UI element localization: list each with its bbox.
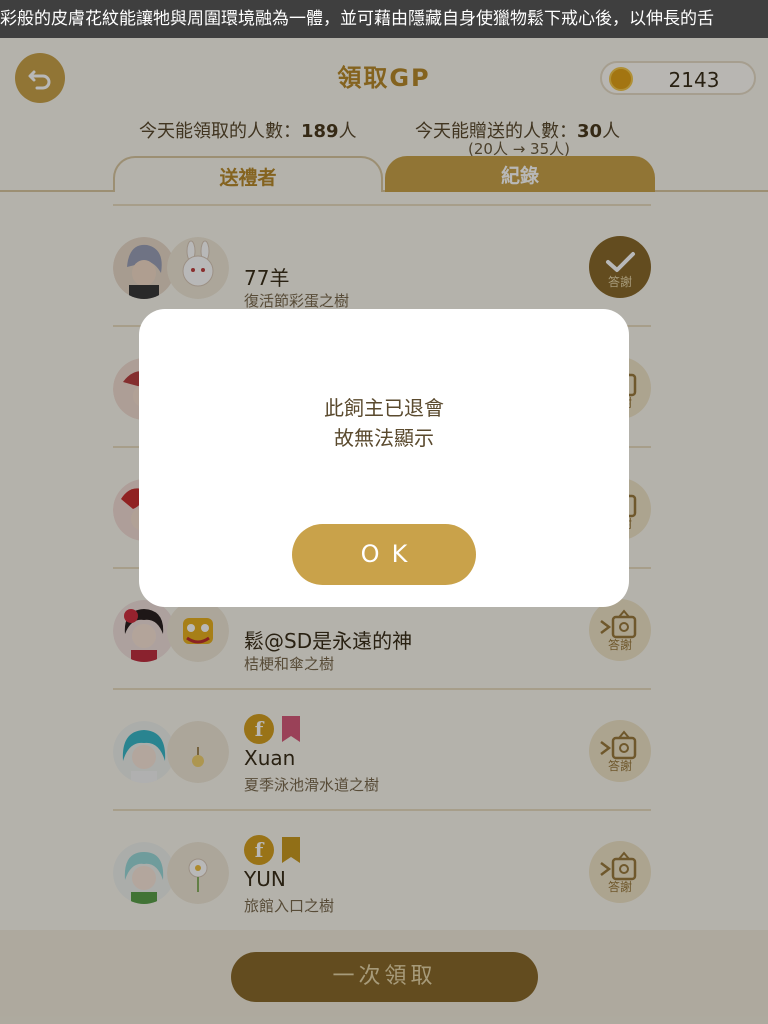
alert-dialog: 此飼主已退會 故無法顯示 OK (139, 309, 629, 607)
dialog-message: 此飼主已退會 故無法顯示 (139, 393, 629, 453)
ok-button[interactable]: OK (292, 524, 476, 585)
ticker-text: 彩般的皮膚花紋能讓牠與周圍環境融為一體，並可藉由隱藏自身使獵物鬆下戒心後，以伸長… (0, 9, 714, 29)
news-ticker: 彩般的皮膚花紋能讓牠與周圍環境融為一體，並可藉由隱藏自身使獵物鬆下戒心後，以伸長… (0, 0, 768, 38)
dialog-message-line1: 此飼主已退會 (324, 396, 444, 420)
dialog-message-line2: 故無法顯示 (334, 426, 434, 450)
